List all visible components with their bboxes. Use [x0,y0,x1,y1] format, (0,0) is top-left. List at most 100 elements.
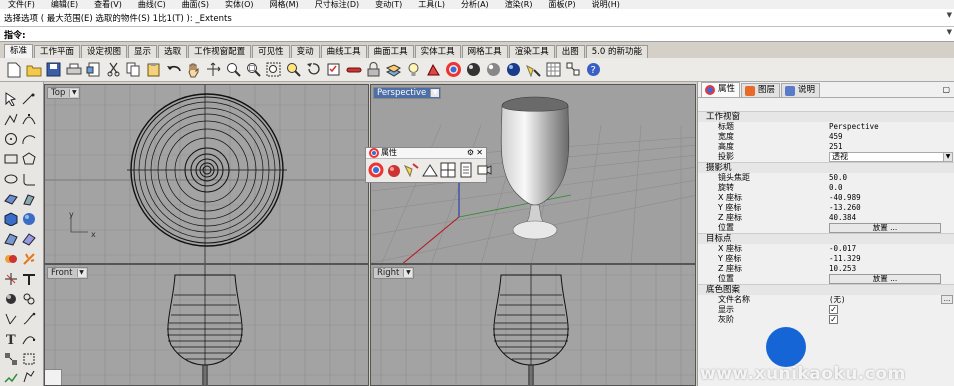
toolbar-tab[interactable]: 选取 [158,45,188,58]
place-camera-button[interactable]: 放置 ... [829,223,941,233]
pan-hand-icon[interactable] [184,60,203,79]
viewport-top[interactable]: y x Top ▼ [44,84,369,264]
prop-value[interactable]: 251 [829,142,843,152]
block-icon[interactable] [4,352,20,368]
filename-value[interactable]: (无) [829,295,846,305]
viewport-menu-icon[interactable]: ▼ [430,89,440,97]
tab-properties[interactable]: 属性 [701,82,741,97]
open-file-icon[interactable] [24,60,43,79]
menu-item[interactable]: 尺寸标注(D) [307,0,367,9]
menu-item[interactable]: 变动(T) [367,0,410,9]
save-icon[interactable] [44,60,63,79]
print-icon[interactable] [64,60,83,79]
named-view-icon[interactable] [440,162,456,178]
floating-properties-panel[interactable]: 属性 ⚙ ✕ [365,147,492,183]
point-icon[interactable] [22,92,38,108]
prop-value[interactable]: Perspective [829,122,879,132]
dimension-icon[interactable] [22,332,38,348]
menu-item[interactable]: 分析(A) [453,0,497,9]
select-arrow-icon[interactable] [4,92,20,108]
hide-icon[interactable] [344,60,363,79]
polygon-icon[interactable] [22,152,38,168]
material-ball-icon[interactable] [386,162,402,178]
document-icon[interactable] [458,162,474,178]
viewport-right[interactable]: Right ▼ [370,264,696,386]
panel-options-icon[interactable]: ▢ [942,85,950,94]
camera-target-icon[interactable] [476,162,492,178]
toolbar-tab[interactable]: 工作平面 [34,45,81,58]
split-icon[interactable] [22,272,38,288]
import-icon[interactable] [84,60,103,79]
show-checkbox[interactable]: ✓ [829,305,838,314]
lock-icon[interactable] [364,60,383,79]
object-properties-icon[interactable] [368,162,384,178]
move-icon[interactable] [4,292,20,308]
zoom-window-icon[interactable] [244,60,263,79]
projection-dropdown[interactable]: 透视 ▼ [829,152,953,162]
zoom-icon[interactable] [224,60,243,79]
sphere-icon[interactable] [22,212,38,228]
menu-item[interactable]: 实体(O) [217,0,262,9]
viewport-menu-icon[interactable]: ▼ [76,269,86,277]
options-icon[interactable] [524,60,543,79]
select-all-icon[interactable] [324,60,343,79]
section-viewport[interactable]: 工作视窗 [698,111,954,122]
prop-value[interactable]: 40.384 [829,213,856,223]
menu-item[interactable]: 查看(V) [86,0,130,9]
curve-cv-icon[interactable] [22,112,38,128]
layer-icon[interactable] [384,60,403,79]
render-icon[interactable] [504,60,523,79]
prop-value[interactable]: -11.329 [829,254,861,264]
menu-item[interactable]: 文件(F) [0,0,43,9]
menu-item[interactable]: 曲线(C) [130,0,174,9]
prop-value[interactable]: 10.253 [829,264,856,274]
toolbar-tab[interactable]: 设定视图 [81,45,128,58]
close-icon[interactable]: ✕ [476,148,483,158]
rotate-object-icon[interactable] [4,312,20,328]
copy-object-icon[interactable] [22,292,38,308]
toolbar-tab[interactable]: 变动 [290,45,320,58]
mesh-icon[interactable] [4,232,20,248]
viewport-front[interactable]: Front ▼ [44,264,369,386]
command-dropdown-icon[interactable]: ▼ [947,28,952,36]
prop-value[interactable]: -13.260 [829,203,861,213]
menu-item[interactable]: 网格(M) [262,0,307,9]
gray-checkbox[interactable]: ✓ [829,315,838,324]
toolbar-tab[interactable]: 标准 [4,44,34,58]
curvature-icon[interactable] [422,162,438,178]
zoom-selected-icon[interactable] [284,60,303,79]
tab-layers[interactable]: 图层 [741,83,781,97]
viewport-right-label[interactable]: Right ▼ [373,267,415,279]
command-line[interactable]: 指令: ▼ [0,27,954,42]
explode-icon[interactable] [22,252,38,268]
surface-icon[interactable] [4,192,20,208]
viewport-perspective-label[interactable]: Perspective ▼ [373,87,442,99]
viewport-front-label[interactable]: Front ▼ [47,267,88,279]
toolbar-tab[interactable]: 5.0 的新功能 [585,45,648,58]
menu-item[interactable]: 编辑(E) [43,0,86,9]
prop-value[interactable]: -40.989 [829,193,861,203]
floating-panel-titlebar[interactable]: 属性 ⚙ ✕ [366,148,486,159]
place-target-button[interactable]: 放置 ... [829,274,941,284]
scroll-down-icon[interactable]: ▼ [947,11,952,19]
toolbar-tab[interactable]: 曲线工具 [320,45,367,58]
text-icon[interactable]: T [4,332,20,348]
prop-value[interactable]: -0.017 [829,244,856,254]
extrude-icon[interactable] [22,192,38,208]
rectangle-icon[interactable] [4,152,20,168]
browse-button[interactable]: ... [941,295,953,304]
object-properties-icon[interactable] [444,60,463,79]
toolbar-tab[interactable]: 曲面工具 [367,45,414,58]
gear-icon[interactable]: ⚙ [467,148,474,158]
boolean-icon[interactable] [4,252,20,268]
render-preview-icon[interactable] [464,60,483,79]
section-target[interactable]: 目标点 [698,233,954,244]
menu-item[interactable]: 面板(P) [541,0,584,9]
chevron-down-icon[interactable]: ▼ [943,153,952,161]
menu-item[interactable]: 工具(L) [410,0,453,9]
zoom-extents-icon[interactable] [264,60,283,79]
menu-item[interactable]: 说明(H) [584,0,628,9]
undo-view-icon[interactable] [304,60,323,79]
material-icon[interactable] [424,60,443,79]
section-background[interactable]: 底色图案 [698,284,954,295]
